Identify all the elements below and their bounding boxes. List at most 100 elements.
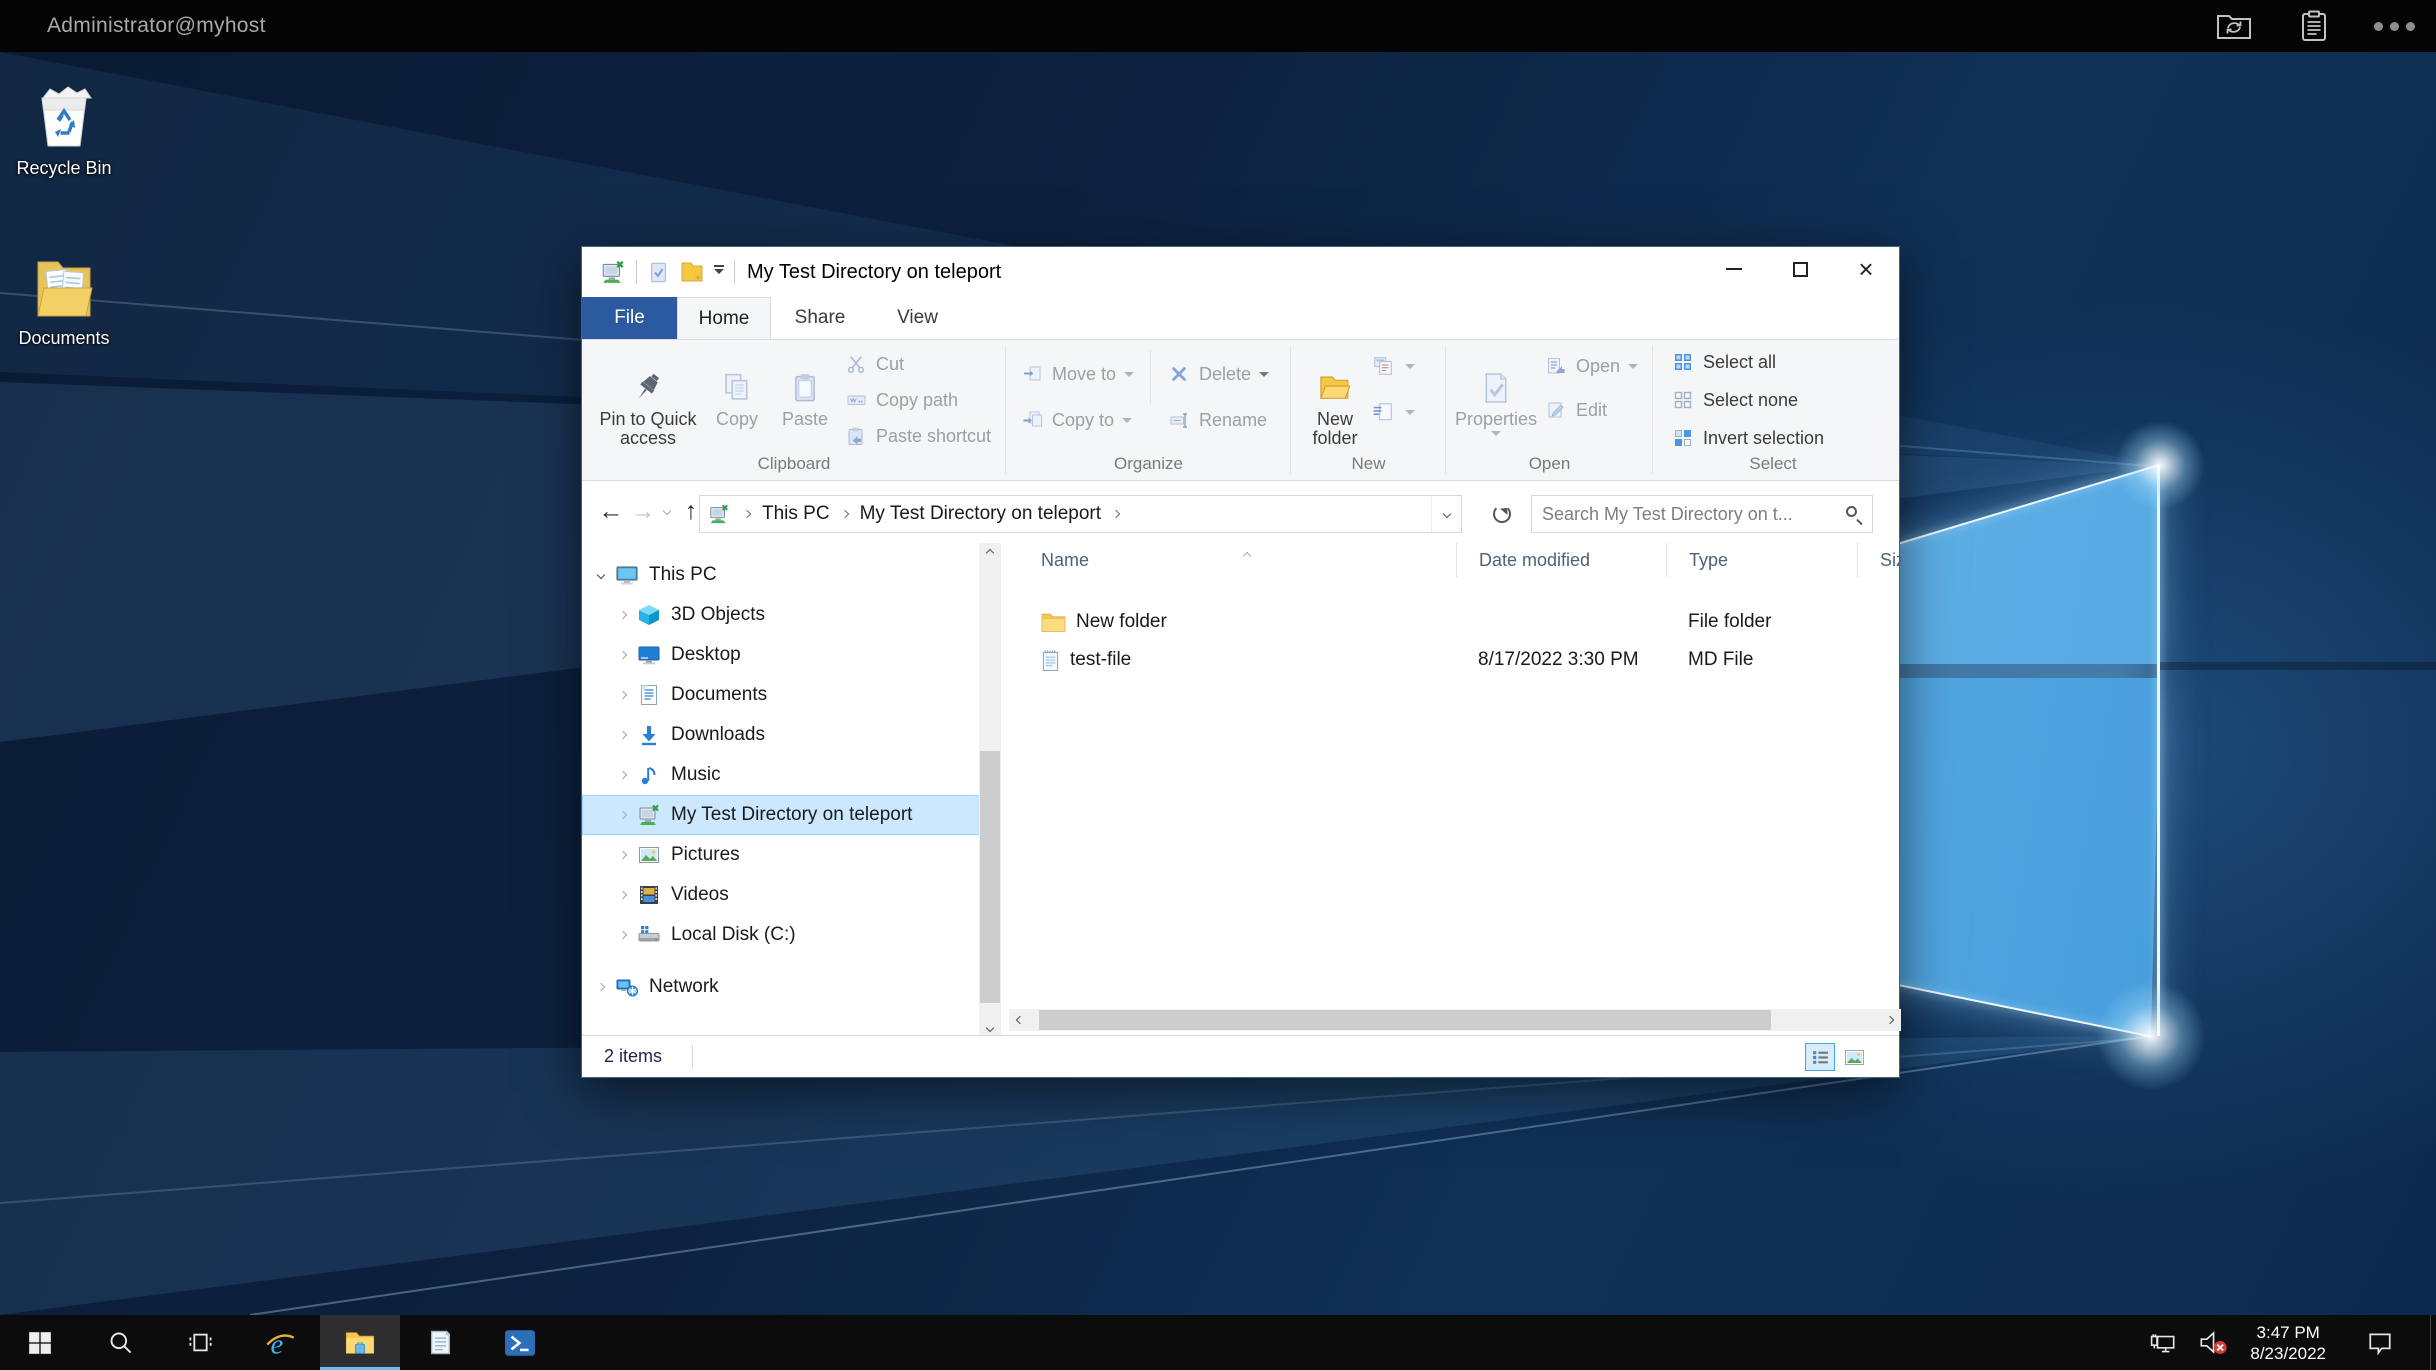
network-icon[interactable]: [2140, 1315, 2188, 1370]
select-none-button[interactable]: Select none: [1665, 382, 1830, 418]
file-explorer-button[interactable]: [320, 1315, 400, 1370]
tab-home[interactable]: Home: [677, 297, 771, 339]
invert-selection-button[interactable]: Invert selection: [1665, 420, 1830, 456]
chevron-right-icon[interactable]: [612, 812, 634, 818]
nav-item-downloads[interactable]: Downloads: [582, 715, 1001, 755]
minimize-button[interactable]: [1701, 247, 1767, 291]
desktop[interactable]: Recycle Bin Documents: [0, 52, 2436, 1315]
clipboard-icon[interactable]: [2292, 6, 2336, 46]
title-bar[interactable]: My Test Directory on teleport ×: [582, 247, 1899, 297]
breadcrumb-current-folder[interactable]: My Test Directory on teleport: [860, 503, 1101, 525]
chevron-right-icon[interactable]: [612, 612, 634, 618]
file-row-new-folder[interactable]: New folder File folder: [1001, 603, 1901, 641]
customize-quick-access-toolbar-icon[interactable]: [714, 265, 724, 279]
easy-access-button[interactable]: [1369, 394, 1417, 430]
desktop-icon-documents[interactable]: Documents: [2, 250, 126, 349]
chevron-right-icon[interactable]: [612, 692, 634, 698]
chevron-right-icon[interactable]: [612, 652, 634, 658]
nav-item-network[interactable]: Network: [582, 967, 1001, 1007]
paste-button[interactable]: Paste: [772, 348, 838, 454]
back-button[interactable]: ←: [594, 493, 628, 529]
nav-item-pictures[interactable]: Pictures: [582, 835, 1001, 875]
cut-button[interactable]: Cut: [838, 346, 997, 382]
copy-to-button[interactable]: Copy to: [1014, 402, 1140, 438]
show-desktop-button[interactable]: [2430, 1315, 2436, 1370]
search-input[interactable]: [1532, 496, 1832, 532]
search-icon: [107, 1329, 134, 1356]
pin-to-quick-access-button[interactable]: Pin to Quick access: [594, 348, 702, 454]
folder-transfer-icon[interactable]: [2212, 6, 2256, 46]
chevron-right-icon[interactable]: [612, 852, 634, 858]
breadcrumb-chevron-icon[interactable]: [840, 510, 848, 518]
edit-button[interactable]: Edit: [1538, 392, 1644, 428]
move-to-button[interactable]: Move to: [1014, 356, 1140, 392]
start-button[interactable]: [0, 1315, 80, 1370]
nav-item-videos[interactable]: Videos: [582, 875, 1001, 915]
close-button[interactable]: ×: [1833, 247, 1899, 291]
action-center-icon[interactable]: [2356, 1315, 2404, 1370]
taskbar-clock[interactable]: 3:47 PM 8/23/2022: [2238, 1322, 2338, 1364]
address-dropdown-icon[interactable]: [1431, 496, 1461, 532]
chevron-right-icon[interactable]: [612, 932, 634, 938]
ribbon-group-clipboard: Pin to Quick access Copy P: [582, 340, 1006, 480]
chevron-right-icon[interactable]: [590, 984, 612, 990]
nav-item-this-pc[interactable]: This PC: [582, 555, 1001, 595]
paste-shortcut-button[interactable]: Paste shortcut: [838, 418, 997, 454]
chevron-right-icon[interactable]: [612, 732, 634, 738]
task-view-button[interactable]: [160, 1315, 240, 1370]
new-folder-quick-icon[interactable]: [680, 261, 704, 283]
open-button[interactable]: Open: [1538, 348, 1644, 384]
nav-item-music[interactable]: Music: [582, 755, 1001, 795]
column-header-name[interactable]: Name: [1001, 543, 1456, 577]
chevron-down-icon[interactable]: [590, 572, 612, 578]
file-row-test-file[interactable]: test-file 8/17/2022 3:30 PM MD File: [1001, 641, 1901, 679]
more-options-icon[interactable]: [2372, 6, 2416, 46]
properties-button[interactable]: Properties: [1454, 348, 1538, 441]
scrollbar-thumb[interactable]: [1039, 1010, 1771, 1030]
tab-view[interactable]: View: [869, 297, 966, 339]
breadcrumb-this-pc[interactable]: This PC: [762, 503, 830, 525]
select-all-button[interactable]: Select all: [1665, 344, 1830, 380]
notepad-button[interactable]: [400, 1315, 480, 1370]
column-header-size[interactable]: Size: [1857, 543, 1901, 577]
tab-file[interactable]: File: [582, 297, 677, 339]
scroll-right-icon[interactable]: [1879, 1009, 1901, 1031]
copy-button[interactable]: Copy: [702, 348, 772, 454]
nav-item-3d-objects[interactable]: 3D Objects: [582, 595, 1001, 635]
volume-muted-icon[interactable]: [2188, 1315, 2238, 1370]
column-header-type[interactable]: Type: [1666, 543, 1857, 577]
maximize-button[interactable]: [1767, 247, 1833, 291]
tree-scrollbar[interactable]: [979, 543, 1001, 1037]
delete-button[interactable]: Delete: [1161, 356, 1275, 392]
nav-item-documents[interactable]: Documents: [582, 675, 1001, 715]
scrollbar-thumb[interactable]: [980, 751, 1000, 1003]
nav-item-local-disk-c[interactable]: Local Disk (C:): [582, 915, 1001, 955]
new-item-button[interactable]: [1369, 348, 1417, 384]
powershell-button[interactable]: [480, 1315, 560, 1370]
internet-explorer-button[interactable]: e: [240, 1315, 320, 1370]
scroll-left-icon[interactable]: [1009, 1009, 1031, 1031]
breadcrumb-chevron-icon[interactable]: [1112, 510, 1120, 518]
large-icons-view-button[interactable]: [1839, 1043, 1869, 1071]
tab-share[interactable]: Share: [771, 297, 869, 339]
column-header-date-modified[interactable]: Date modified: [1456, 543, 1666, 577]
nav-item-my-test-directory[interactable]: My Test Directory on teleport: [582, 795, 1001, 835]
search-icon[interactable]: [1844, 504, 1864, 524]
rename-button[interactable]: Rename: [1161, 402, 1275, 438]
nav-item-desktop[interactable]: Desktop: [582, 635, 1001, 675]
desktop-icon-recycle-bin[interactable]: Recycle Bin: [2, 82, 126, 179]
chevron-right-icon[interactable]: [612, 892, 634, 898]
properties-quick-icon[interactable]: [647, 261, 670, 284]
breadcrumb-chevron-icon[interactable]: [743, 510, 751, 518]
forward-button[interactable]: →: [626, 493, 660, 529]
address-bar[interactable]: This PC My Test Directory on teleport: [699, 495, 1462, 533]
refresh-button[interactable]: [1487, 495, 1517, 533]
horizontal-scrollbar[interactable]: [1009, 1009, 1901, 1031]
taskbar-search-button[interactable]: [80, 1315, 160, 1370]
new-folder-button[interactable]: New folder: [1301, 348, 1369, 448]
chevron-right-icon[interactable]: [612, 772, 634, 778]
scroll-up-icon[interactable]: [979, 543, 1001, 562]
edit-icon: [1544, 400, 1568, 420]
details-view-button[interactable]: [1805, 1043, 1835, 1071]
copy-path-button[interactable]: Copy path: [838, 382, 997, 418]
